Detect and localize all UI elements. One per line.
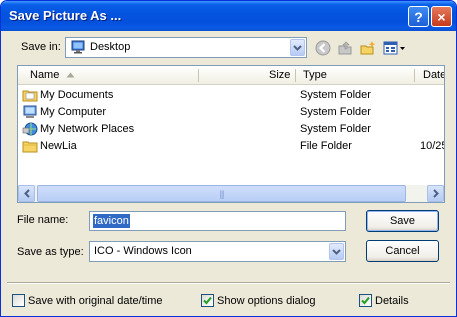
help-icon: ? [414, 8, 423, 25]
details-checkbox[interactable] [359, 294, 372, 307]
divider [7, 282, 450, 284]
save-original-date-label: Save with original date/time [28, 295, 163, 307]
save-as-type-label: Save as type: [17, 246, 84, 258]
save-in-dropdown[interactable]: Desktop [65, 37, 307, 58]
my-computer-icon [23, 105, 37, 118]
checkmark-icon [361, 296, 370, 305]
new-folder-button[interactable] [358, 38, 378, 58]
dialog-title: Save Picture As ... [9, 8, 122, 23]
file-name: NewLia [40, 140, 77, 152]
save-in-value: Desktop [90, 41, 131, 53]
new-folder-icon [360, 41, 376, 55]
file-list-header: Name Size Type Date [18, 66, 444, 85]
my-documents-icon [22, 90, 38, 102]
column-header-type[interactable]: Type [303, 66, 327, 85]
file-name-field[interactable]: favicon [89, 211, 346, 231]
back-button[interactable] [313, 38, 333, 58]
desktop-icon [71, 40, 85, 54]
file-name: My Computer [40, 106, 107, 118]
scroll-left-button[interactable] [18, 185, 35, 202]
save-as-type-dropdown[interactable]: ICO - Windows Icon [89, 241, 346, 262]
column-divider[interactable] [295, 69, 296, 82]
sort-ascending-icon [66, 72, 75, 78]
file-name: My Network Places [40, 123, 135, 135]
save-in-label: Save in: [21, 41, 61, 53]
file-name-label: File name: [17, 214, 69, 226]
column-divider[interactable] [198, 69, 199, 82]
save-original-date-checkbox[interactable] [12, 294, 25, 307]
title-bar[interactable]: Save Picture As ... ? × [1, 1, 456, 31]
list-item[interactable]: My Network Places System Folder [18, 121, 444, 138]
view-menu-icon [383, 41, 405, 55]
file-type: System Folder [300, 106, 371, 118]
save-button[interactable]: Save [366, 210, 439, 232]
file-type: System Folder [300, 123, 371, 135]
column-divider[interactable] [414, 69, 415, 82]
save-picture-dialog: Save Picture As ... ? × Save in: Desktop [0, 0, 457, 317]
up-folder-button[interactable] [335, 38, 355, 58]
column-header-name[interactable]: Name [30, 66, 59, 85]
show-options-label: Show options dialog [217, 295, 316, 307]
horizontal-scrollbar[interactable]: ||| [18, 185, 444, 202]
checkmark-icon [203, 296, 212, 305]
help-button[interactable]: ? [408, 6, 429, 27]
chevron-right-icon [432, 189, 439, 198]
chevron-down-icon[interactable] [329, 243, 344, 260]
scroll-right-button[interactable] [427, 185, 444, 202]
back-icon [315, 40, 331, 56]
network-places-icon [22, 122, 38, 136]
scroll-thumb[interactable]: ||| [37, 185, 406, 202]
file-date: 10/25 [420, 140, 445, 152]
list-item[interactable]: My Documents System Folder [18, 87, 444, 104]
column-header-size[interactable]: Size [269, 66, 290, 85]
list-item[interactable]: NewLia File Folder 10/25 [18, 138, 444, 155]
list-item[interactable]: My Computer System Folder [18, 104, 444, 121]
cancel-button[interactable]: Cancel [366, 240, 439, 262]
details-label: Details [375, 295, 409, 307]
close-button[interactable]: × [431, 6, 452, 27]
folder-icon [22, 141, 38, 153]
close-icon: × [437, 8, 446, 25]
chevron-left-icon [23, 189, 30, 198]
show-options-checkbox[interactable] [201, 294, 214, 307]
file-name: My Documents [40, 89, 114, 101]
chevron-down-icon[interactable] [290, 39, 305, 56]
save-as-type-value: ICO - Windows Icon [94, 245, 192, 257]
file-type: File Folder [300, 140, 352, 152]
up-folder-icon [338, 41, 352, 55]
view-menu-button[interactable] [382, 38, 408, 58]
file-name-value[interactable]: favicon [93, 214, 130, 228]
file-list[interactable]: Name Size Type Date My Documents System … [17, 65, 445, 203]
file-type: System Folder [300, 89, 371, 101]
column-header-date[interactable]: Date [423, 66, 444, 85]
